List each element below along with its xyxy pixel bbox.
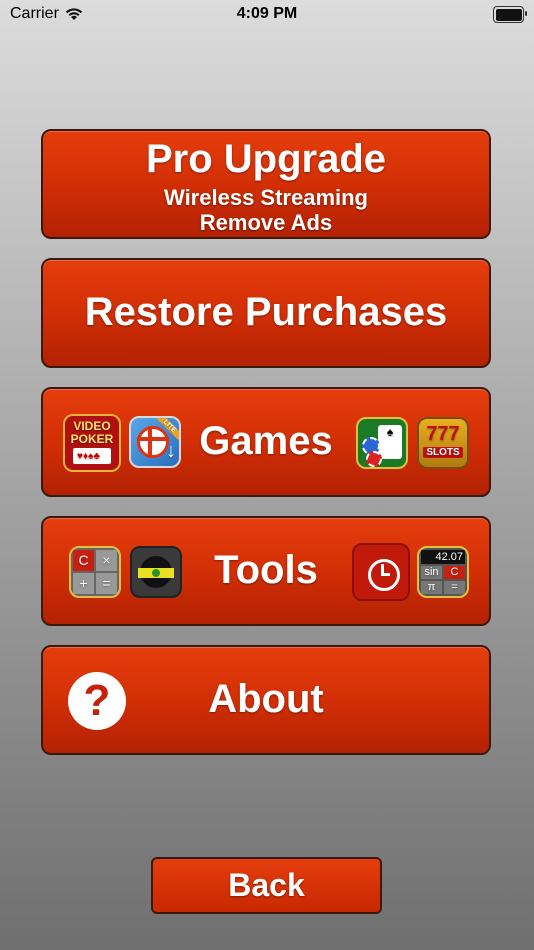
restore-purchases-label: Restore Purchases [84, 290, 448, 334]
slots-icon: 777 SLOTS [417, 417, 469, 469]
tools-button[interactable]: C × + = Tools 42.07 sin C π = [41, 516, 491, 626]
back-button[interactable]: Back [151, 857, 382, 914]
battery-icon [493, 6, 527, 23]
about-button[interactable]: ? About [41, 645, 491, 755]
alarm-clock-icon [352, 543, 410, 601]
pro-upgrade-title: Pro Upgrade [145, 137, 387, 181]
status-time: 4:09 PM [236, 5, 298, 22]
restore-purchases-button[interactable]: Restore Purchases [41, 258, 491, 368]
pro-upgrade-subtitle-2: Remove Ads [199, 210, 333, 235]
about-label: About [208, 677, 324, 721]
pro-upgrade-subtitle-1: Wireless Streaming [164, 185, 368, 210]
pro-upgrade-button[interactable]: Pro Upgrade Wireless Streaming Remove Ad… [41, 129, 491, 239]
solitaire-icon: ♠ [356, 417, 408, 469]
games-button[interactable]: VIDEO POKER ♥♦♠♣ ↓ LITE Games ♠ 777 SLOT… [41, 387, 491, 497]
scientific-calculator-icon: 42.07 sin C π = [417, 546, 469, 598]
status-bar: Carrier 4:09 PM [0, 0, 534, 30]
